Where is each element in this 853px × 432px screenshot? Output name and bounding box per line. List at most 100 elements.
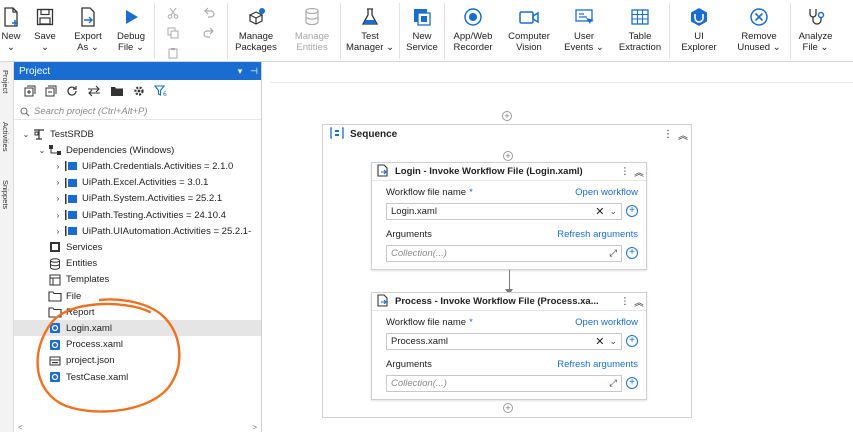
designer-canvas: + Sequence ⋮ ︽ + Login - Invoke Workflow… xyxy=(262,62,853,432)
refresh-arguments-link[interactable]: Refresh arguments xyxy=(557,359,638,370)
settings-icon[interactable] xyxy=(133,85,145,100)
save-button[interactable]: Save ⌄ xyxy=(22,0,68,62)
sequence-container[interactable]: Sequence ⋮ ︽ + Login - Invoke Workflow F… xyxy=(322,124,692,418)
rail-tab-project[interactable]: Project xyxy=(1,70,10,93)
app-web-recorder-button[interactable]: App/Web Recorder xyxy=(445,0,501,62)
tree-item[interactable]: project.json xyxy=(36,353,115,369)
invoke-workflow-card-process[interactable]: Process - Invoke Workflow File (Process.… xyxy=(371,292,647,400)
tree-item[interactable]: TestCase.xaml xyxy=(36,369,128,385)
tree-item[interactable]: ⌄ Dependencies (Windows) xyxy=(36,142,175,158)
expand-chevron-icon[interactable]: ⌄ xyxy=(36,146,48,155)
invoke-workflow-card-login[interactable]: Login - Invoke Workflow File (Login.xaml… xyxy=(371,162,647,270)
new-service-button[interactable]: New Service xyxy=(400,0,444,62)
expand-chevron-icon[interactable]: ⌄ xyxy=(20,130,32,139)
tree-item[interactable]: Templates xyxy=(36,272,109,288)
tree-item[interactable]: › UiPath.Excel.Activities = 3.0.1 xyxy=(52,175,209,191)
collapse-all-icon[interactable] xyxy=(45,85,57,100)
scroll-right-icon[interactable]: > xyxy=(252,423,257,432)
remove-icon xyxy=(748,6,770,28)
invoke-workflow-icon xyxy=(377,293,389,310)
manage-packages-button[interactable]: Manage Packages xyxy=(228,0,284,62)
analyze-file-button[interactable]: Analyze File ⌄ xyxy=(791,0,840,62)
tree-item[interactable]: Process.xaml xyxy=(36,337,123,353)
table-extraction-button[interactable]: Table Extraction xyxy=(611,0,669,62)
ribbon-toolbar: New ⌄ Save ⌄ Export As ⌄ Debug File ⌄ Ma… xyxy=(0,0,853,62)
sequence-collapse-icon[interactable]: ︽ xyxy=(675,127,691,142)
undo-icon[interactable] xyxy=(203,7,215,22)
arguments-input[interactable]: Collection(...) ⤢ xyxy=(386,374,622,392)
rail-tab-snippets[interactable]: Snippets xyxy=(1,180,10,209)
rail-tab-activities[interactable]: Activities xyxy=(1,122,10,152)
scroll-left-icon[interactable]: < xyxy=(18,423,23,432)
add-circle-icon[interactable]: + xyxy=(626,335,638,347)
manage-entities-button[interactable]: Manage Entities xyxy=(284,0,340,62)
workflow-file-input[interactable]: Process.xaml ✕ ⌄ xyxy=(386,332,622,350)
tree-item[interactable]: ⌄ TestSRDB xyxy=(20,126,94,142)
debug-button[interactable]: Debug File ⌄ xyxy=(108,0,154,62)
tree-item[interactable]: Login.xaml xyxy=(36,320,112,336)
user-events-button[interactable]: User Events ⌄ xyxy=(557,0,611,62)
cut-icon[interactable] xyxy=(167,7,179,22)
panel-options-icon[interactable]: ▾ xyxy=(233,66,247,77)
expand-chevron-icon[interactable]: › xyxy=(52,178,64,187)
open-folder-icon[interactable] xyxy=(110,85,124,100)
tree-item[interactable]: Services xyxy=(36,239,102,255)
workflow-file-input[interactable]: Login.xaml ✕ ⌄ xyxy=(386,202,622,220)
test-manager-button[interactable]: Test Manager ⌄ xyxy=(341,0,399,62)
add-circle-icon[interactable]: + xyxy=(626,205,638,217)
analyze-file-l2: File ⌄ xyxy=(802,42,829,53)
card-collapse-icon[interactable]: ︽ xyxy=(632,295,646,309)
sequence-more-icon[interactable]: ⋮ xyxy=(661,129,675,140)
tree-item[interactable]: Report xyxy=(36,304,95,320)
horizontal-scrollbar[interactable]: < > xyxy=(14,422,261,432)
filter-icon[interactable]: 6 xyxy=(153,84,168,100)
save-button-label: Save xyxy=(34,31,56,42)
arguments-input[interactable]: Collection(...) ⤢ xyxy=(386,244,622,262)
refresh-icon[interactable] xyxy=(66,85,78,100)
project-search[interactable]: Search project (Ctrl+Alt+P) xyxy=(14,104,261,120)
card-more-icon[interactable]: ⋮ xyxy=(618,166,632,177)
required-marker: * xyxy=(469,186,473,198)
paste-icon[interactable] xyxy=(167,47,179,62)
computer-vision-button[interactable]: Computer Vision xyxy=(501,0,557,62)
redo-icon[interactable] xyxy=(203,27,215,42)
open-workflow-link[interactable]: Open workflow xyxy=(575,187,638,198)
canvas-divider xyxy=(270,82,853,83)
add-circle-icon[interactable]: + xyxy=(626,377,638,389)
card-more-icon[interactable]: ⋮ xyxy=(618,296,632,307)
tree-item[interactable]: File xyxy=(36,288,81,304)
new-service-l2: Service xyxy=(406,42,438,53)
refresh-arguments-link[interactable]: Refresh arguments xyxy=(557,229,638,240)
add-activity-plus-icon[interactable]: + xyxy=(503,403,513,413)
panel-pin-icon[interactable]: ⊣ xyxy=(247,66,261,77)
export-button[interactable]: Export As ⌄ xyxy=(68,0,108,62)
open-workflow-link[interactable]: Open workflow xyxy=(575,317,638,328)
clear-icon[interactable]: ✕ xyxy=(595,205,604,218)
expand-chevron-icon[interactable]: › xyxy=(52,162,64,171)
expand-editor-icon[interactable]: ⤢ xyxy=(609,248,617,259)
add-circle-icon[interactable]: + xyxy=(626,247,638,259)
copy-icon[interactable] xyxy=(167,27,179,42)
tree-item[interactable]: › UiPath.UIAutomation.Activities = 25.2.1… xyxy=(52,223,252,239)
clear-icon[interactable]: ✕ xyxy=(595,335,604,348)
expand-chevron-icon[interactable]: › xyxy=(52,194,64,203)
tree-item[interactable]: › UiPath.Credentials.Activities = 2.1.0 xyxy=(52,158,234,174)
chevron-down-icon[interactable]: ⌄ xyxy=(609,206,617,217)
expand-editor-icon[interactable]: ⤢ xyxy=(609,378,617,389)
card-collapse-icon[interactable]: ︽ xyxy=(632,165,646,179)
new-button[interactable]: New ⌄ xyxy=(0,0,22,62)
remove-unused-button[interactable]: Remove Unused ⌄ xyxy=(728,0,790,62)
tree-item[interactable]: › UiPath.Testing.Activities = 24.10.4 xyxy=(52,207,226,223)
ui-explorer-button[interactable]: UI Explorer xyxy=(670,0,728,62)
expand-chevron-icon[interactable]: › xyxy=(52,211,64,220)
add-activity-plus-icon[interactable]: + xyxy=(502,111,512,121)
expand-chevron-icon[interactable]: › xyxy=(52,227,64,236)
tree-item[interactable]: › UiPath.System.Activities = 25.2.1 xyxy=(52,191,223,207)
sync-icon[interactable] xyxy=(87,85,101,100)
add-activity-plus-icon[interactable]: + xyxy=(503,151,513,161)
chevron-down-icon[interactable]: ⌄ xyxy=(609,336,617,347)
expand-all-icon[interactable] xyxy=(24,85,36,100)
templates-icon xyxy=(48,274,62,286)
test-manager-l1: Test xyxy=(361,31,379,42)
tree-item[interactable]: Entities xyxy=(36,256,97,272)
